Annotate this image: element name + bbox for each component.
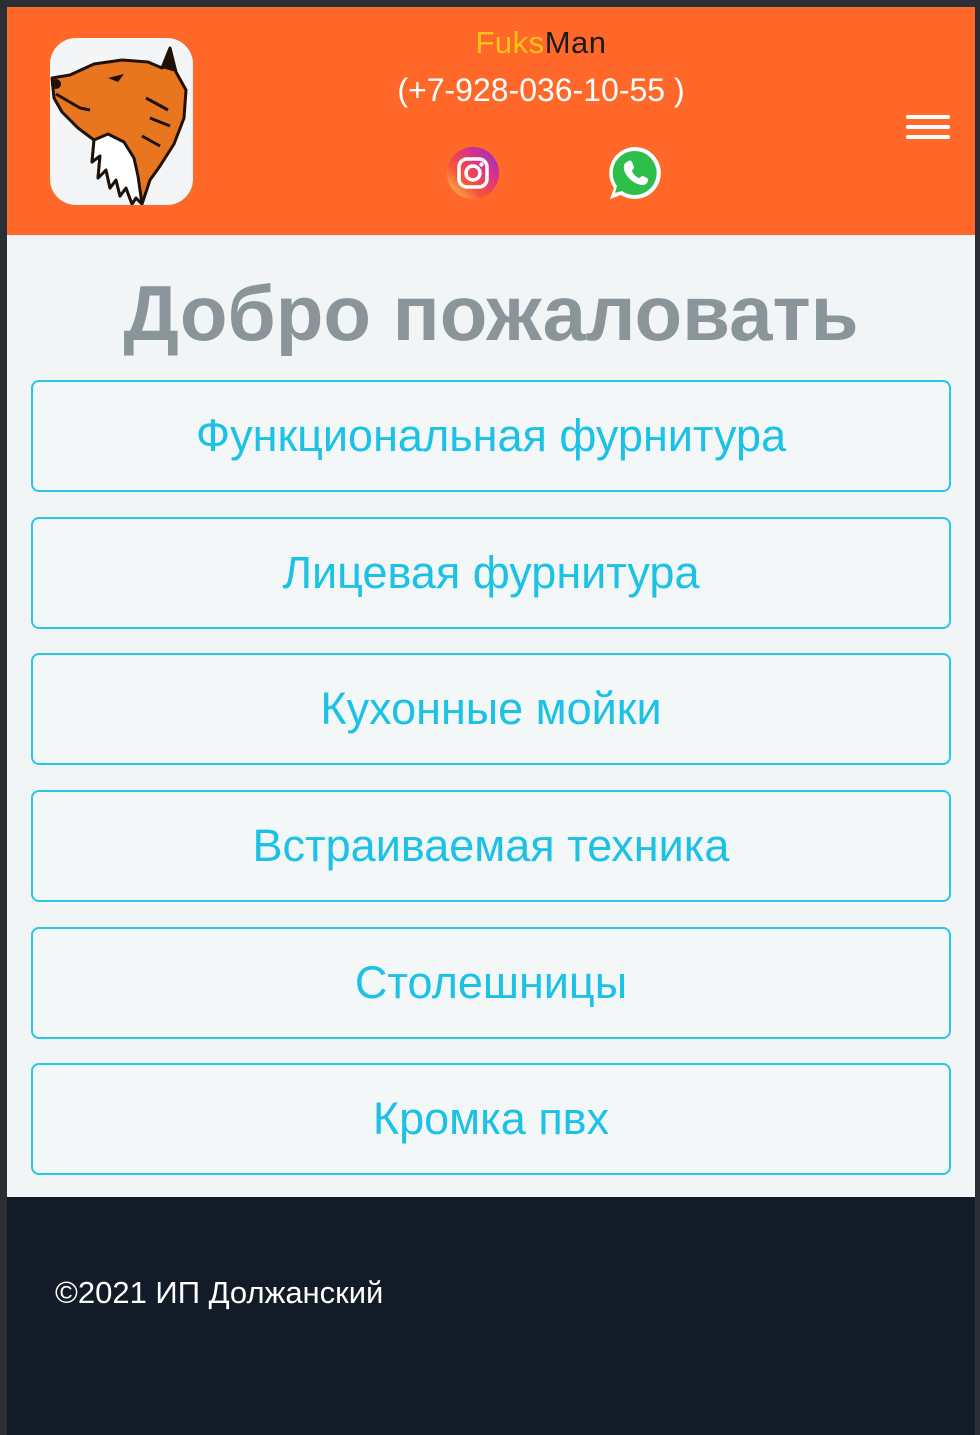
category-button-kitchen-sinks[interactable]: Кухонные мойки [31,653,951,765]
page: FuksMan (+7-928-036-10-55 ) Добро пожало… [7,7,975,1435]
page-title: Добро пожаловать [123,269,859,357]
category-button-functional-fittings[interactable]: Функциональная фурнитура [31,380,951,492]
brand-part-man: Man [544,25,607,60]
main-content: Добро пожаловать Функциональная фурнитур… [7,235,975,1197]
category-button-facade-fittings[interactable]: Лицевая фурнитура [31,517,951,629]
category-button-built-in-appliances[interactable]: Встраиваемая техника [31,790,951,902]
whatsapp-icon[interactable] [607,145,663,201]
hamburger-menu-icon[interactable] [904,109,952,145]
copyright-text: ©2021 ИП Должанский [55,1275,384,1310]
category-button-countertops[interactable]: Столешницы [31,927,951,1039]
brand-name: FuksMan [7,25,980,61]
instagram-icon[interactable] [445,145,501,201]
brand-part-fuks: Fuks [475,25,545,60]
phone-number[interactable]: (+7-928-036-10-55 ) [7,71,980,109]
category-button-pvc-edge[interactable]: Кромка пвх [31,1063,951,1175]
fox-logo-icon[interactable] [50,38,193,205]
site-header: FuksMan (+7-928-036-10-55 ) [7,7,975,235]
site-footer: ©2021 ИП Должанский [7,1197,975,1435]
